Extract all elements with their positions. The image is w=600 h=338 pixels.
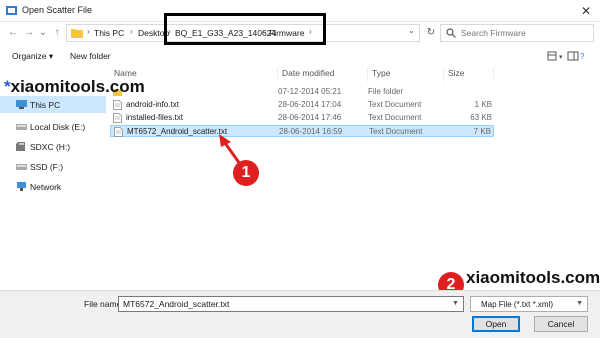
file-name-input[interactable] (118, 296, 464, 312)
file-type: Text Document (369, 127, 423, 136)
dialog-footer: File name: ▼ Map File (*.txt *.xml) ▼ Op… (0, 290, 600, 338)
up-arrow-icon[interactable]: ↑ (50, 26, 64, 40)
back-arrow-icon[interactable]: ← (6, 26, 20, 40)
breadcrumb-separator: › (130, 27, 133, 36)
nav-item-local-disk-e[interactable]: Local Disk (E:) (0, 118, 106, 135)
text-file-icon (113, 100, 122, 110)
file-size: 1 KB (474, 100, 492, 109)
svg-text:?: ? (580, 52, 585, 61)
nav-item-label: Local Disk (E:) (30, 122, 86, 132)
navigation-pane: This PC Local Disk (E:) SDXC (H:) SSD (F… (0, 68, 106, 290)
file-type: Text Document (368, 100, 422, 109)
file-row-selected[interactable]: MT6572_Android_scatter.txt 28-06-2014 16… (110, 125, 494, 137)
nav-item-network[interactable]: Network (0, 178, 106, 195)
breadcrumb-separator: › (87, 27, 90, 36)
file-name-dropdown-chevron-icon[interactable]: ▼ (452, 300, 459, 307)
file-type: File folder (368, 87, 404, 96)
breadcrumb-highlight-box (164, 13, 326, 45)
app-icon (6, 6, 17, 15)
new-folder-button[interactable]: New folder (70, 51, 111, 61)
column-header-date-modified[interactable]: Date modified (278, 68, 368, 82)
computer-icon (16, 100, 27, 109)
view-options-icon[interactable]: ▾ ? (546, 50, 586, 62)
forward-arrow-icon[interactable]: → (22, 26, 36, 40)
file-name: installed-files.txt (126, 113, 183, 122)
file-list: Name Date modified Type Size 07-12-2014 … (106, 68, 600, 290)
column-header-type[interactable]: Type (368, 68, 444, 82)
nav-item-ssd-f[interactable]: SSD (F:) (0, 158, 106, 175)
file-size: 7 KB (473, 127, 491, 136)
file-type-value: Map File (*.txt *.xml) (481, 300, 554, 309)
file-name: android-info.txt (126, 100, 179, 109)
file-date: 28-06-2014 17:04 (278, 100, 342, 109)
nav-item-this-pc[interactable]: This PC (0, 96, 106, 113)
command-bar: Organize ▾ New folder ▾ ? (0, 46, 600, 66)
file-date: 07-12-2014 05:21 (278, 87, 342, 96)
drive-icon (16, 164, 27, 170)
cancel-button[interactable]: Cancel (534, 316, 588, 332)
chevron-down-icon: ▼ (576, 300, 583, 307)
network-icon (17, 182, 26, 191)
file-date: 28-06-2014 17:46 (278, 113, 342, 122)
refresh-icon[interactable]: ↻ (424, 25, 438, 41)
close-icon[interactable]: ✕ (578, 3, 594, 19)
organize-button[interactable]: Organize ▾ (12, 51, 53, 62)
file-row[interactable]: installed-files.txt 28-06-2014 17:46 Tex… (110, 112, 494, 124)
file-size: 63 KB (470, 113, 492, 122)
nav-item-label: SDXC (H:) (30, 142, 71, 152)
file-row[interactable]: 07-12-2014 05:21 File folder (110, 86, 494, 98)
file-date: 28-06-2014 16:59 (279, 127, 343, 136)
file-type: Text Document (368, 113, 422, 122)
watermark-label: xiaomitools.com (10, 77, 145, 96)
file-row[interactable]: android-info.txt 28-06-2014 17:04 Text D… (110, 99, 494, 111)
nav-item-label: This PC (30, 100, 61, 110)
search-input[interactable] (461, 27, 589, 39)
file-name: MT6572_Android_scatter.txt (127, 127, 228, 136)
step-1-badge: 1 (233, 160, 259, 186)
search-box[interactable] (440, 24, 594, 42)
svg-text:▾: ▾ (559, 54, 563, 61)
recent-locations-chevron-icon[interactable]: ⌄ (36, 26, 50, 40)
nav-item-sdxc-h[interactable]: SDXC (H:) (0, 138, 106, 155)
nav-item-label: SSD (F:) (30, 162, 64, 172)
column-header-size[interactable]: Size (444, 68, 494, 82)
search-icon (446, 28, 456, 38)
nav-item-label: Network (30, 182, 62, 192)
sd-card-icon (16, 142, 25, 151)
folder-icon (71, 29, 83, 38)
open-button[interactable]: Open (472, 316, 520, 332)
address-dropdown-chevron-icon[interactable]: ⌄ (408, 26, 415, 35)
text-file-icon (113, 113, 122, 123)
drive-icon (16, 124, 27, 130)
star-icon: * (4, 77, 11, 96)
watermark-text: xiaomitools.com (466, 268, 600, 287)
breadcrumb-this-pc[interactable]: This PC (94, 28, 124, 38)
file-type-select[interactable]: Map File (*.txt *.xml) ▼ (470, 296, 588, 312)
watermark-text: *xiaomitools.com (4, 77, 145, 97)
window-title: Open Scatter File (22, 5, 93, 15)
text-file-icon (114, 127, 123, 137)
